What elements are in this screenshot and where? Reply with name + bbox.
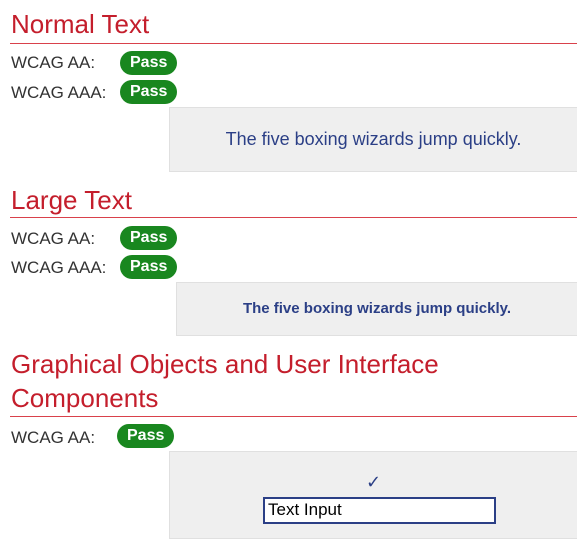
normal-aaa-label: WCAG AAA: <box>11 83 107 102</box>
graphical-aa-label: WCAG AA: <box>11 428 96 447</box>
sample-text-input[interactable]: Text Input <box>263 497 496 524</box>
normal-text-preview-panel: The five boxing wizards jump quickly. <box>169 107 577 172</box>
normal-aaa-pass-badge: Pass <box>120 80 178 104</box>
normal-aa-label: WCAG AA: <box>11 53 96 72</box>
graphical-objects-heading-line2: Components <box>11 383 159 413</box>
normal-aa-pass-badge: Pass <box>120 51 178 75</box>
large-text-sample: The five boxing wizards jump quickly. <box>242 300 512 317</box>
large-aa-pass-badge: Pass <box>120 226 178 250</box>
large-aa-label: WCAG AA: <box>11 229 96 248</box>
large-aaa-label: WCAG AAA: <box>11 258 107 277</box>
graphical-objects-divider <box>10 416 577 417</box>
graphical-objects-heading-line1: Graphical Objects and User Interface <box>11 349 439 379</box>
normal-text-heading: Normal Text <box>11 9 150 39</box>
large-text-preview-panel: The five boxing wizards jump quickly. <box>176 282 577 336</box>
graphical-objects-preview-panel: ✓ Text Input <box>169 451 577 539</box>
normal-text-divider <box>10 43 577 44</box>
large-aaa-pass-badge: Pass <box>120 255 178 279</box>
large-text-divider <box>10 217 577 218</box>
large-text-heading: Large Text <box>11 185 132 215</box>
normal-text-sample: The five boxing wizards jump quickly. <box>225 129 522 149</box>
checkmark-icon: ✓ <box>365 472 382 492</box>
graphical-aa-pass-badge: Pass <box>117 424 175 448</box>
